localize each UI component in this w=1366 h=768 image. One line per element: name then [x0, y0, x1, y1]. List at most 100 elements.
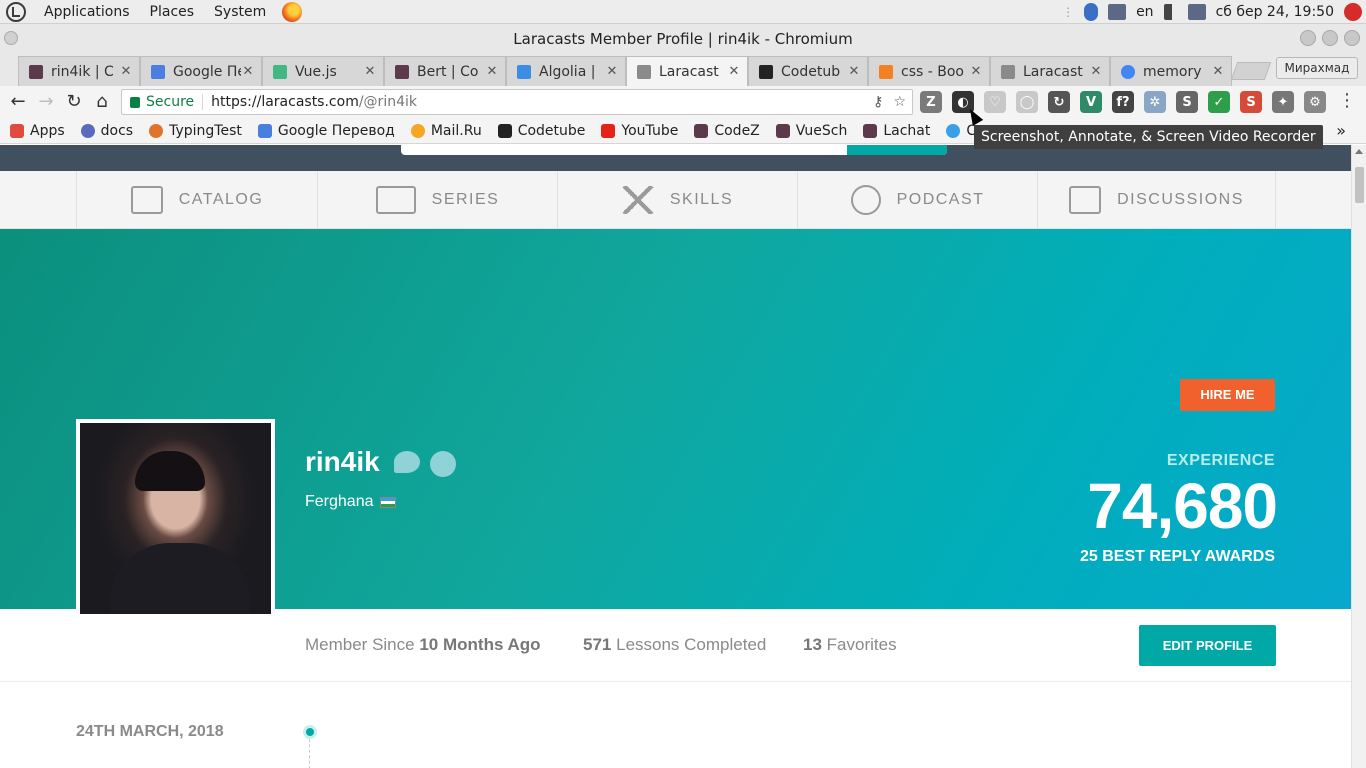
tab-close-icon[interactable]: ✕	[119, 64, 133, 79]
bookmark-lachat[interactable]: Lachat	[855, 123, 938, 139]
bookmark-mailru[interactable]: Mail.Ru	[403, 123, 490, 139]
volume-icon[interactable]	[1163, 3, 1178, 20]
bookmark-codetube[interactable]: Codetube	[490, 123, 594, 139]
tab-title: Codetub	[781, 63, 841, 80]
codetube-icon	[497, 123, 512, 138]
tab-close-icon[interactable]: ✕	[1211, 64, 1225, 79]
window-titlebar: Laracasts Member Profile | rin4ik - Chro…	[0, 24, 1366, 54]
tab-favicon-icon	[759, 64, 773, 79]
bookmark-star-icon[interactable]: ☆	[893, 94, 906, 110]
tab-close-icon[interactable]: ✕	[1089, 64, 1103, 79]
os-menu-system[interactable]: System	[204, 4, 276, 20]
bookmarks-overflow-icon[interactable]: »	[1336, 121, 1346, 140]
tab-close-icon[interactable]: ✕	[847, 64, 861, 79]
firefox-launcher-icon[interactable]	[282, 1, 303, 22]
tab-memory[interactable]: memory ✕	[1110, 56, 1232, 86]
tab-google-translate[interactable]: Google Пер✕	[140, 56, 262, 86]
tab-close-icon[interactable]: ✕	[363, 64, 377, 79]
profile-button[interactable]: Мирахмад	[1276, 57, 1358, 79]
site-search-button[interactable]	[847, 145, 947, 155]
tab-algolia[interactable]: Algolia | ✕	[506, 56, 626, 86]
mailru-icon	[410, 123, 425, 138]
keyboard-layout[interactable]: en	[1136, 4, 1154, 20]
scrollbar-thumb[interactable]	[1355, 167, 1364, 203]
close-window-button[interactable]	[1344, 30, 1360, 46]
back-icon[interactable]: ←	[4, 88, 32, 116]
tab-close-icon[interactable]: ✕	[485, 64, 499, 79]
extension-formula-icon[interactable]: f?	[1112, 91, 1134, 113]
power-icon[interactable]	[1344, 2, 1362, 21]
extension-shield-icon[interactable]: ✓	[1208, 91, 1230, 113]
system-tray: ⋮ en сб бер 24, 19:50	[1062, 2, 1366, 21]
nav-catalog[interactable]: CATALOG	[76, 171, 317, 229]
extension-circle-icon[interactable]: ◯	[1016, 91, 1038, 113]
nav-podcast-label: PODCAST	[896, 191, 985, 208]
nav-discussions[interactable]: DISCUSSIONS	[1037, 171, 1276, 229]
profile-location: Ferghana	[305, 493, 396, 511]
nav-skills[interactable]: SKILLS	[557, 171, 797, 229]
extension-settings-icon[interactable]: ⚙	[1304, 91, 1326, 113]
lock-icon[interactable]	[130, 96, 140, 108]
nav-catalog-label: CATALOG	[178, 191, 264, 208]
os-menu-applications[interactable]: Applications	[34, 4, 140, 20]
tab-rin4ik[interactable]: rin4ik | C ✕	[18, 56, 140, 86]
extension-colorful-s-icon[interactable]: S	[1240, 91, 1262, 113]
forward-icon[interactable]: →	[32, 88, 60, 116]
tab-close-icon[interactable]: ✕	[969, 64, 983, 79]
new-tab-button[interactable]	[1230, 62, 1272, 80]
edit-profile-button[interactable]: EDIT PROFILE	[1139, 625, 1276, 666]
tab-vuejs[interactable]: Vue.js ✕	[262, 56, 384, 86]
tab-laracasts-2[interactable]: Laracast ✕	[990, 56, 1110, 86]
bookmark-docs[interactable]: docs	[73, 123, 141, 139]
tab-bert[interactable]: Bert | Co ✕	[384, 56, 506, 86]
secure-label[interactable]: Secure	[146, 94, 204, 110]
nav-series[interactable]: SERIES	[317, 171, 557, 229]
window-menu-icon[interactable]	[4, 31, 18, 45]
bookmark-apps[interactable]: Apps	[0, 123, 73, 139]
maximize-button[interactable]	[1322, 30, 1338, 46]
bookmark-youtube[interactable]: YouTube	[593, 123, 686, 139]
tab-close-icon[interactable]: ✕	[727, 64, 741, 79]
tab-codetube[interactable]: Codetub ✕	[748, 56, 868, 86]
battery-icon[interactable]	[1187, 3, 1206, 20]
bookmark-codez[interactable]: CodeZ	[686, 123, 767, 139]
tab-stackoverflow[interactable]: css - Boo ✕	[868, 56, 990, 86]
os-menu-places[interactable]: Places	[140, 4, 205, 20]
minimize-button[interactable]	[1300, 30, 1316, 46]
extension-pocket-icon[interactable]: ♡	[984, 91, 1006, 113]
bookmark-typingtest[interactable]: TypingTest	[141, 123, 250, 139]
address-bar[interactable]: Secure https://laracasts.com/@rin4ik ⚷ ☆	[121, 89, 913, 115]
mint-logo-icon[interactable]	[6, 1, 26, 22]
nav-podcast[interactable]: PODCAST	[797, 171, 1037, 229]
scroll-up-icon[interactable]	[1355, 149, 1363, 154]
page-scrollbar[interactable]	[1351, 145, 1366, 768]
lessons-label: Lessons Completed	[616, 635, 767, 654]
best-reply-awards: 25 BEST REPLY AWARDS	[1079, 548, 1275, 565]
key-icon[interactable]: ⚷	[873, 94, 883, 110]
tab-close-icon[interactable]: ✕	[605, 64, 619, 79]
hire-me-button[interactable]: HIRE ME	[1180, 379, 1275, 411]
youtube-icon	[601, 123, 616, 138]
extension-bug-icon[interactable]: ✦	[1272, 91, 1294, 113]
home-icon[interactable]: ⌂	[88, 88, 116, 116]
bluetooth-icon[interactable]	[1084, 2, 1099, 21]
twitter-icon[interactable]	[394, 451, 420, 473]
extension-s-icon[interactable]: S	[1176, 91, 1198, 113]
bookmark-label: Google Перевод	[277, 122, 395, 139]
extension-sync-icon[interactable]: ↻	[1048, 91, 1070, 113]
extension-snowflake-icon[interactable]: ✲	[1144, 91, 1166, 113]
bookmark-vuesch[interactable]: VueSch	[768, 123, 856, 139]
clock[interactable]: сб бер 24, 19:50	[1216, 4, 1334, 20]
chrome-menu-icon[interactable]: ⋮	[1338, 90, 1356, 111]
tab-title: Algolia |	[539, 63, 596, 80]
bookmark-google-translate[interactable]: Google Перевод	[250, 123, 403, 139]
site-search-input[interactable]	[401, 145, 947, 155]
tab-laracasts-active[interactable]: Laracast ✕	[626, 56, 748, 86]
github-icon[interactable]	[430, 451, 456, 477]
reload-icon[interactable]: ↻	[60, 88, 88, 116]
tab-close-icon[interactable]: ✕	[241, 64, 255, 79]
extension-z-icon[interactable]: Z	[920, 91, 942, 113]
tab-title: memory	[1143, 63, 1202, 80]
network-icon[interactable]	[1108, 3, 1127, 20]
extension-vue-devtools-icon[interactable]: V	[1080, 91, 1102, 113]
